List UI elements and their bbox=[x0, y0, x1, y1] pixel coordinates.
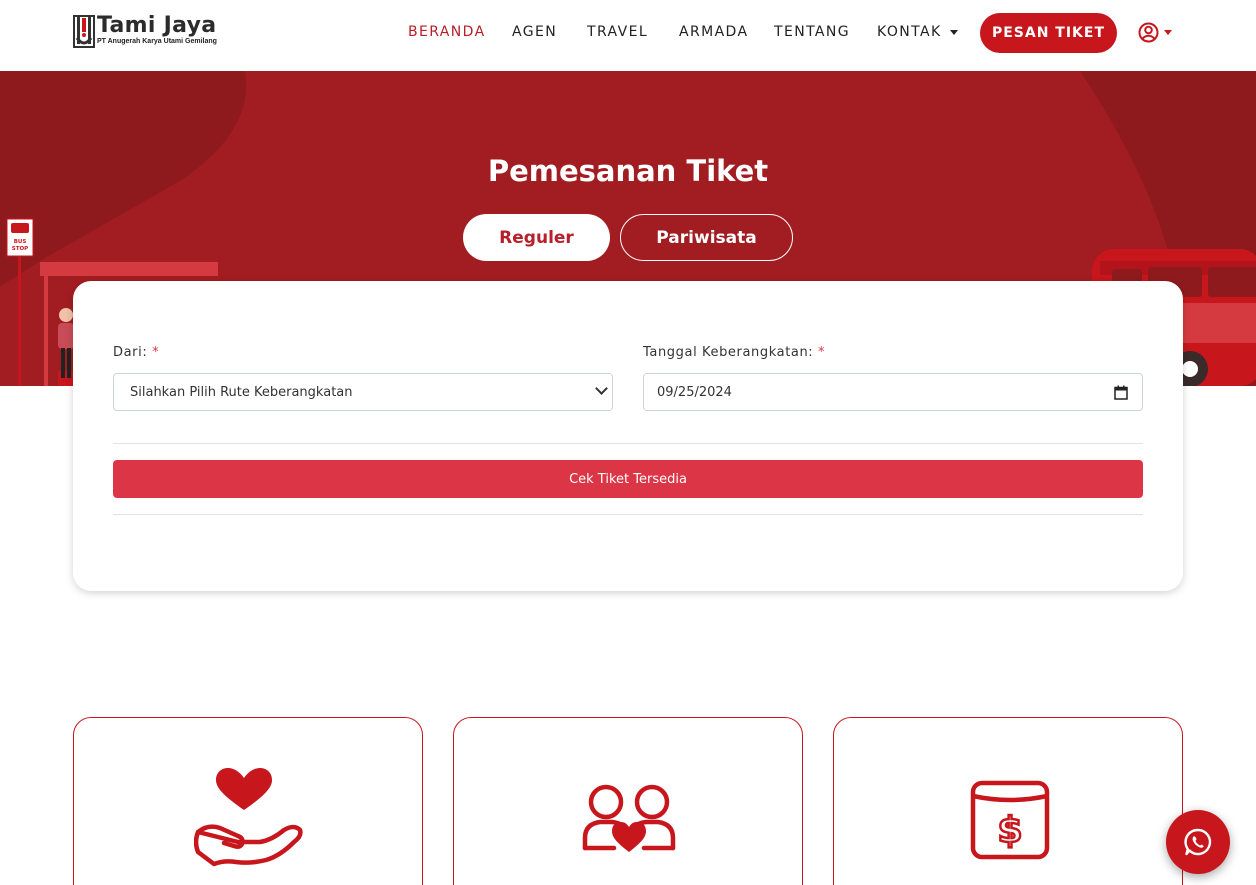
from-label: Dari: * bbox=[113, 345, 159, 360]
from-label-text: Dari: bbox=[113, 345, 148, 360]
check-tickets-button[interactable]: Cek Tiket Tersedia bbox=[113, 460, 1143, 498]
divider bbox=[113, 443, 1143, 444]
dollar-wallet-icon: $ bbox=[970, 780, 1050, 860]
nav-travel[interactable]: TRAVEL bbox=[587, 24, 648, 40]
feature-card: $ bbox=[833, 717, 1183, 885]
route-select-value: Silahkan Pilih Rute Keberangkatan bbox=[130, 384, 353, 400]
tab-reguler[interactable]: Reguler bbox=[463, 214, 610, 261]
required-marker: * bbox=[152, 345, 160, 360]
whatsapp-icon bbox=[1184, 828, 1212, 856]
route-select[interactable]: Silahkan Pilih Rute Keberangkatan bbox=[113, 373, 613, 411]
booking-form-card: Dari: * Silahkan Pilih Rute Keberangkata… bbox=[73, 281, 1183, 591]
departure-date-value: 09/25/2024 bbox=[657, 384, 732, 400]
calendar-icon[interactable] bbox=[1114, 385, 1128, 400]
chevron-down-icon bbox=[595, 382, 608, 395]
pesan-tiket-button[interactable]: PESAN TIKET bbox=[980, 13, 1117, 53]
svg-text:BUS: BUS bbox=[14, 239, 27, 245]
nav-kontak-dropdown[interactable]: KONTAK bbox=[877, 24, 958, 40]
nav-tentang[interactable]: TENTANG bbox=[774, 24, 850, 40]
nav-kontak-label: KONTAK bbox=[877, 24, 942, 40]
chevron-down-icon bbox=[949, 29, 958, 35]
couple-heart-icon bbox=[582, 784, 676, 852]
svg-text:$: $ bbox=[997, 810, 1022, 851]
svg-text:STOP: STOP bbox=[12, 246, 28, 252]
chevron-down-icon bbox=[1164, 30, 1172, 35]
divider bbox=[113, 514, 1143, 515]
nav-agen[interactable]: AGEN bbox=[512, 24, 557, 40]
feature-card bbox=[73, 717, 423, 885]
departure-date-input[interactable]: 09/25/2024 bbox=[643, 373, 1143, 411]
required-marker: * bbox=[818, 345, 826, 360]
user-circle-icon bbox=[1138, 22, 1159, 43]
tab-pariwisata[interactable]: Pariwisata bbox=[620, 214, 793, 261]
hand-heart-icon bbox=[194, 768, 303, 867]
nav-beranda[interactable]: BERANDA bbox=[408, 24, 486, 40]
date-label-text: Tanggal Keberangkatan: bbox=[643, 345, 814, 360]
feature-card bbox=[453, 717, 803, 885]
date-label: Tanggal Keberangkatan: * bbox=[643, 345, 825, 360]
navbar: Tami Jaya PT Anugerah Karya Utami Gemila… bbox=[0, 0, 1256, 71]
user-menu-dropdown[interactable] bbox=[1138, 22, 1172, 43]
nav-armada[interactable]: ARMADA bbox=[679, 24, 748, 40]
whatsapp-chat-button[interactable] bbox=[1166, 810, 1230, 874]
page-title: Pemesanan Tiket bbox=[487, 154, 769, 188]
